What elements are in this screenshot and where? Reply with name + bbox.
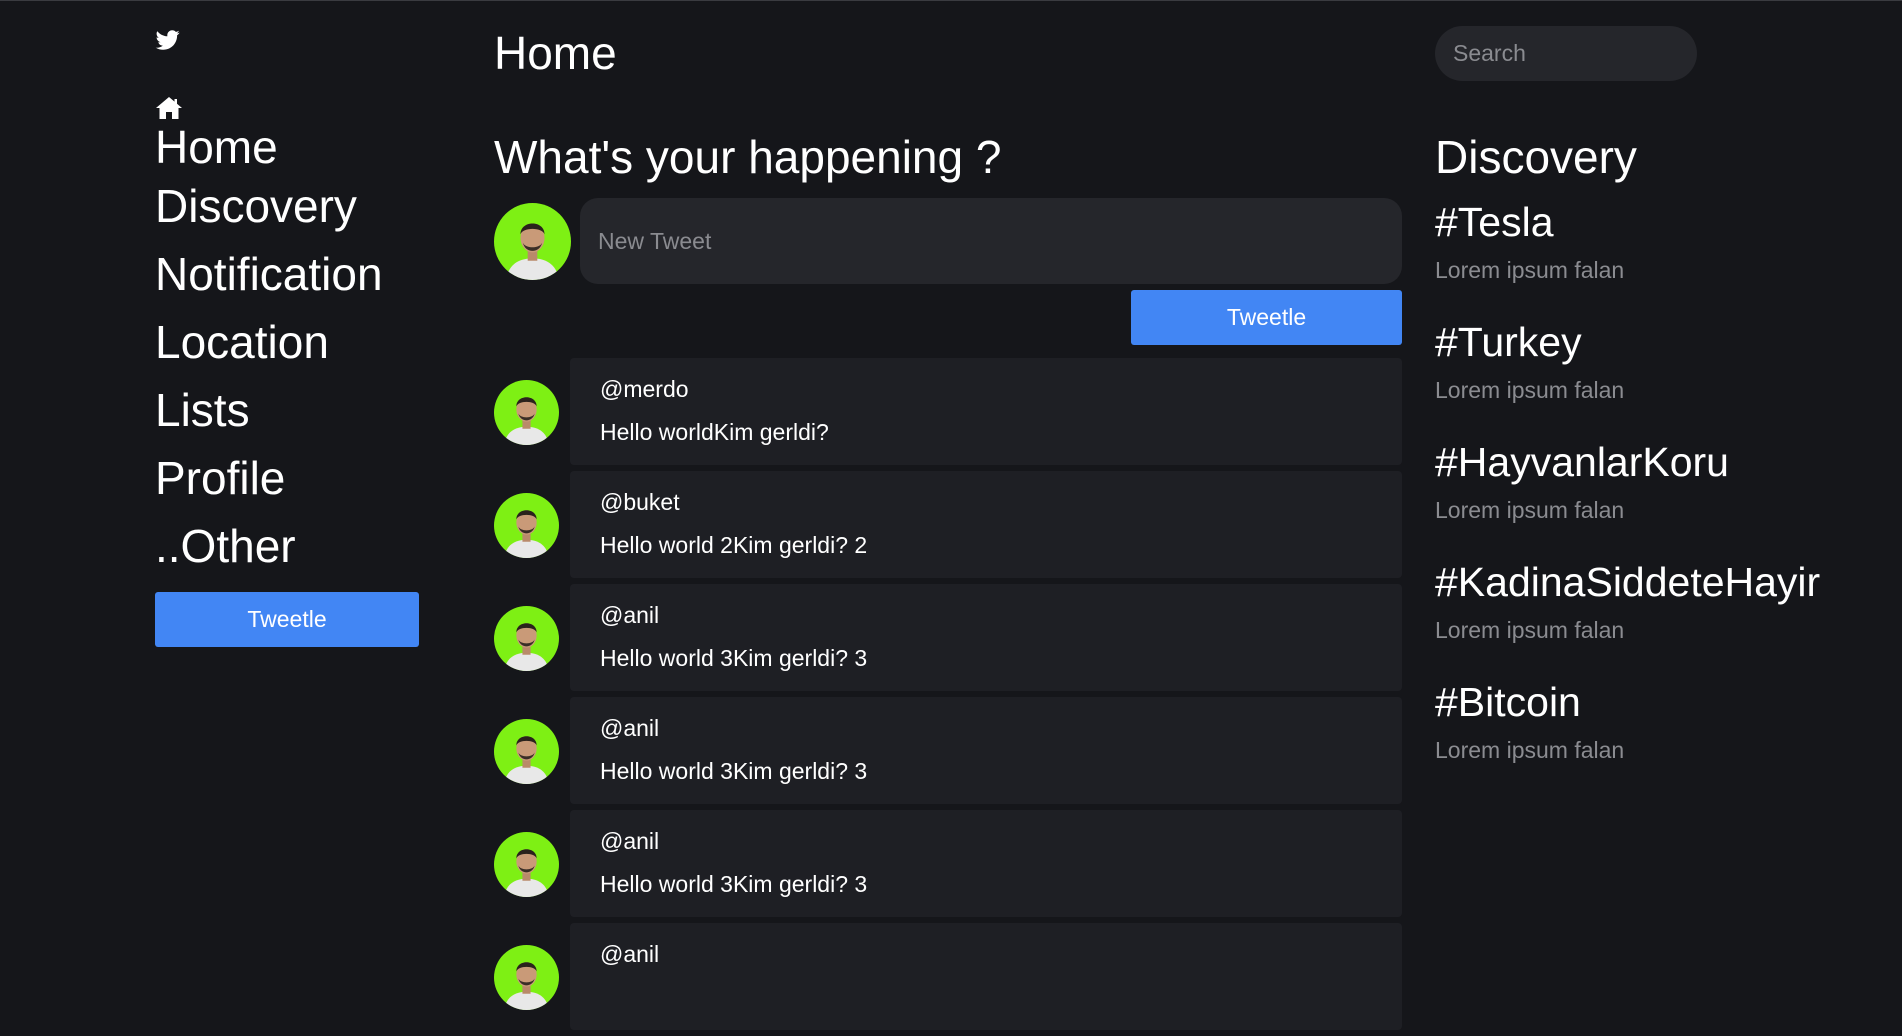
tweet-username[interactable]: @merdo <box>600 376 689 403</box>
sidebar-item-label: ..Other <box>155 520 296 572</box>
trend-description: Lorem ipsum falan <box>1435 737 1625 763</box>
sidebar-item-label: Profile <box>155 452 286 504</box>
tweet-username[interactable]: @anil <box>600 715 659 742</box>
avatar-icon[interactable] <box>494 945 559 1010</box>
trend-description: Lorem ipsum falan <box>1435 257 1625 283</box>
sidebar-item-label: Discovery <box>155 180 357 232</box>
sidebar-item-home[interactable]: Home <box>155 96 419 172</box>
tweet-text: Hello world 2Kim gerldi? 2 <box>600 532 868 558</box>
trend-description: Lorem ipsum falan <box>1435 617 1625 643</box>
avatar-icon[interactable] <box>494 719 559 784</box>
tweet-username[interactable]: @anil <box>600 602 659 629</box>
tweet-username[interactable]: @anil <box>600 828 659 855</box>
trend-hashtag[interactable]: #Turkey <box>1435 318 1902 366</box>
sidebar-item-label: Notification <box>155 248 383 300</box>
search-input[interactable] <box>1435 26 1697 81</box>
trend-hashtag[interactable]: #KadinaSiddeteHayir <box>1435 558 1902 606</box>
tweet-item: @anil Hello world 3Kim gerldi? 3 <box>494 584 1402 691</box>
avatar-icon[interactable] <box>494 832 559 897</box>
trend-hashtag[interactable]: #Bitcoin <box>1435 678 1902 726</box>
sidebar-item-discovery[interactable]: Discovery <box>155 172 419 240</box>
trend-item[interactable]: #Tesla Lorem ipsum falan <box>1435 198 1902 318</box>
trend-item[interactable]: #HayvanlarKoru Lorem ipsum falan <box>1435 438 1902 558</box>
tweet-item: @merdo Hello worldKim gerldi? <box>494 358 1402 465</box>
tweet-card[interactable]: @buket Hello world 2Kim gerldi? 2 <box>570 471 1402 578</box>
tweet-username[interactable]: @buket <box>600 489 680 516</box>
home-icon <box>156 97 182 119</box>
tweet-feed: @merdo Hello worldKim gerldi? @buket Hel… <box>494 358 1402 1036</box>
composer-tweet-button[interactable]: Tweetle <box>1131 290 1402 345</box>
tweet-username[interactable]: @anil <box>600 941 659 968</box>
trend-item[interactable]: #Bitcoin Lorem ipsum falan <box>1435 678 1902 798</box>
window-top-border <box>0 0 1902 1</box>
tweet-item: @anil <box>494 923 1402 1030</box>
home-item-wrap: Home <box>155 96 419 172</box>
page-title: Home <box>494 27 617 79</box>
trend-item[interactable]: #KadinaSiddeteHayir Lorem ipsum falan <box>1435 558 1902 678</box>
avatar-icon[interactable] <box>494 493 559 558</box>
tweet-text: Hello world 3Kim gerldi? 3 <box>600 871 868 897</box>
new-tweet-input[interactable] <box>580 198 1402 284</box>
trend-hashtag[interactable]: #Tesla <box>1435 198 1902 246</box>
trend-item[interactable]: #Turkey Lorem ipsum falan <box>1435 318 1902 438</box>
tweet-item: @anil Hello world 3Kim gerldi? 3 <box>494 810 1402 917</box>
sidebar-item-label: Location <box>155 316 329 368</box>
trend-hashtag[interactable]: #HayvanlarKoru <box>1435 438 1902 486</box>
avatar-icon[interactable] <box>494 203 571 280</box>
tweet-card[interactable]: @anil Hello world 3Kim gerldi? 3 <box>570 697 1402 804</box>
trend-description: Lorem ipsum falan <box>1435 497 1625 523</box>
sidebar-item-profile[interactable]: Profile <box>155 444 419 512</box>
tweet-card[interactable]: @anil Hello world 3Kim gerldi? 3 <box>570 584 1402 691</box>
sidebar-item-notification[interactable]: Notification <box>155 240 419 308</box>
tweet-card[interactable]: @anil <box>570 923 1402 1030</box>
sidebar: Home Discovery Notification Location Lis… <box>155 28 419 647</box>
composer-title: What's your happening ? <box>494 131 1002 183</box>
sidebar-item-label: Lists <box>155 384 250 436</box>
sidebar-tweet-button[interactable]: Tweetle <box>155 592 419 647</box>
tweet-card[interactable]: @merdo Hello worldKim gerldi? <box>570 358 1402 465</box>
trend-list: #Tesla Lorem ipsum falan #Turkey Lorem i… <box>1435 198 1902 798</box>
tweet-item: @buket Hello world 2Kim gerldi? 2 <box>494 471 1402 578</box>
discovery-title: Discovery <box>1435 131 1637 183</box>
tweet-item: @anil Hello world 3Kim gerldi? 3 <box>494 697 1402 804</box>
trend-description: Lorem ipsum falan <box>1435 377 1625 403</box>
sidebar-item-label: Home <box>155 121 278 173</box>
tweet-text: Hello worldKim gerldi? <box>600 419 829 445</box>
twitter-bird-icon[interactable] <box>155 28 181 52</box>
tweet-text: Hello world 3Kim gerldi? 3 <box>600 645 868 671</box>
avatar-icon[interactable] <box>494 606 559 671</box>
tweet-card[interactable]: @anil Hello world 3Kim gerldi? 3 <box>570 810 1402 917</box>
tweet-text: Hello world 3Kim gerldi? 3 <box>600 758 868 784</box>
sidebar-item-location[interactable]: Location <box>155 308 419 376</box>
sidebar-item-lists[interactable]: Lists <box>155 376 419 444</box>
nav-list: Home Discovery Notification Location Lis… <box>155 96 419 580</box>
sidebar-item-other[interactable]: ..Other <box>155 512 419 580</box>
avatar-icon[interactable] <box>494 380 559 445</box>
